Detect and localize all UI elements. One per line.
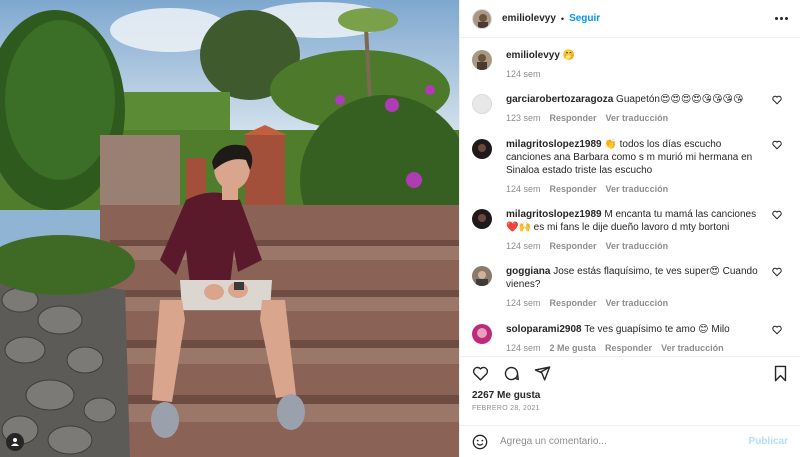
likes-count[interactable]: 2267 Me gusta	[472, 390, 788, 401]
author-username[interactable]: emiliolevyy	[502, 13, 556, 24]
post-sidebar: emiliolevyy • Seguir emiliolevyy 🤭 124 s…	[459, 0, 800, 457]
comment-avatar[interactable]	[472, 94, 492, 114]
reply-button[interactable]: Responder	[550, 112, 597, 125]
follow-button[interactable]: Seguir	[569, 13, 600, 24]
post-header: emiliolevyy • Seguir	[460, 0, 800, 38]
comment-item: garciarobertozaragoza Guapetón😍😍😍😍😘😘😘😘 1…	[472, 93, 788, 125]
user-tag-button[interactable]	[6, 433, 24, 451]
caption-avatar[interactable]	[472, 50, 492, 70]
comment-time[interactable]: 124 sem	[506, 183, 541, 196]
translate-button[interactable]: Ver traducción	[606, 183, 669, 196]
comment-time[interactable]: 124 sem	[506, 240, 541, 253]
comment-username[interactable]: goggiana	[506, 266, 550, 277]
comment-item: milagritoslopez1989 👏 todos los días esc…	[472, 138, 788, 196]
comment-avatar[interactable]	[472, 209, 492, 229]
comment-username[interactable]: milagritoslopez1989	[506, 139, 602, 150]
post-date[interactable]: FEBRERO 28, 2021	[472, 405, 788, 412]
translate-button[interactable]: Ver traducción	[661, 342, 724, 354]
save-icon[interactable]	[773, 365, 788, 382]
comment-username[interactable]: soloparami2908	[506, 324, 582, 335]
comment-like-icon[interactable]	[772, 210, 782, 220]
comment-like-icon[interactable]	[772, 95, 782, 105]
translate-button[interactable]: Ver traducción	[606, 297, 669, 310]
more-icon	[775, 17, 778, 20]
post-actions: 2267 Me gusta FEBRERO 28, 2021	[460, 356, 800, 412]
comment-avatar[interactable]	[472, 324, 492, 344]
reply-button[interactable]: Responder	[550, 183, 597, 196]
comment-time[interactable]: 124 sem	[506, 342, 541, 354]
share-icon[interactable]	[534, 365, 551, 382]
heart-icon[interactable]	[472, 365, 489, 382]
comment-like-icon[interactable]	[772, 267, 782, 277]
caption-username[interactable]: emiliolevyy	[506, 50, 560, 61]
comment-text: Te ves guapísimo te amo 😊 Milo	[584, 324, 730, 335]
post-photo[interactable]	[0, 0, 459, 457]
comment-item: soloparami2908 Te ves guapísimo te amo 😊…	[472, 323, 788, 354]
header-separator: •	[560, 13, 565, 24]
reply-button[interactable]: Responder	[550, 240, 597, 253]
comment-avatar[interactable]	[472, 139, 492, 159]
comment-time[interactable]: 123 sem	[506, 112, 541, 125]
caption-time: 124 sem	[506, 69, 541, 79]
comment-username[interactable]: garciarobertozaragoza	[506, 94, 613, 105]
more-options-button[interactable]	[775, 17, 788, 20]
caption-text: 🤭	[562, 50, 576, 61]
author-avatar[interactable]	[472, 8, 492, 29]
post-comment-button[interactable]: Publicar	[749, 436, 788, 447]
comment-icon[interactable]	[503, 365, 520, 382]
comment-item: milagritoslopez1989 M encanta tu mamá la…	[472, 208, 788, 253]
comment-item: goggiana Jose estás flaquísimo, te ves s…	[472, 265, 788, 310]
emoji-icon[interactable]	[472, 434, 488, 450]
translate-button[interactable]: Ver traducción	[606, 240, 669, 253]
comment-input[interactable]	[500, 436, 749, 447]
photo-illustration	[0, 0, 459, 457]
translate-button[interactable]: Ver traducción	[606, 112, 669, 125]
comment-likes-count[interactable]: 2 Me gusta	[550, 342, 597, 354]
comment-text: Guapetón😍😍😍😍😘😘😘😘	[616, 94, 744, 105]
comment-avatar[interactable]	[472, 266, 492, 286]
comment-time[interactable]: 124 sem	[506, 297, 541, 310]
comments-list[interactable]: emiliolevyy 🤭 124 sem garciarobertozarag…	[460, 38, 800, 354]
caption: emiliolevyy 🤭 124 sem	[472, 49, 788, 81]
reply-button[interactable]: Responder	[605, 342, 652, 354]
user-tag-icon	[11, 438, 19, 446]
comment-like-icon[interactable]	[772, 325, 782, 335]
comment-composer: Publicar	[460, 425, 800, 457]
comment-like-icon[interactable]	[772, 140, 782, 150]
reply-button[interactable]: Responder	[550, 297, 597, 310]
comment-username[interactable]: milagritoslopez1989	[506, 209, 602, 220]
